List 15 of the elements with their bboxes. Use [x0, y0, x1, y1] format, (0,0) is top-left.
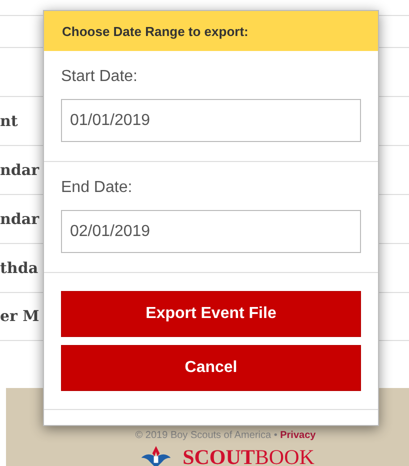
- privacy-link[interactable]: Privacy: [280, 430, 316, 441]
- field-label: Start Date:: [61, 67, 138, 87]
- date-field[interactable]: 02/01/2019: [61, 210, 361, 253]
- export-button[interactable]: Export Event File: [61, 291, 361, 337]
- list-item-text: thda: [0, 258, 38, 279]
- list-item-text: nt: [0, 110, 18, 132]
- modal-header-title: Choose Date Range to export:: [44, 11, 378, 51]
- cancel-button[interactable]: Cancel: [61, 345, 361, 391]
- list-item-text: ndar: [0, 160, 40, 181]
- list-item-text: er M: [0, 306, 40, 328]
- brand-logo-text: SCOUTBOOK: [182, 446, 314, 466]
- copyright-text: © 2019 Boy Scouts of America •: [135, 430, 278, 441]
- date-field[interactable]: 01/01/2019: [61, 99, 361, 142]
- list-item-text: ndar: [0, 208, 40, 230]
- field-label: End Date:: [61, 178, 134, 198]
